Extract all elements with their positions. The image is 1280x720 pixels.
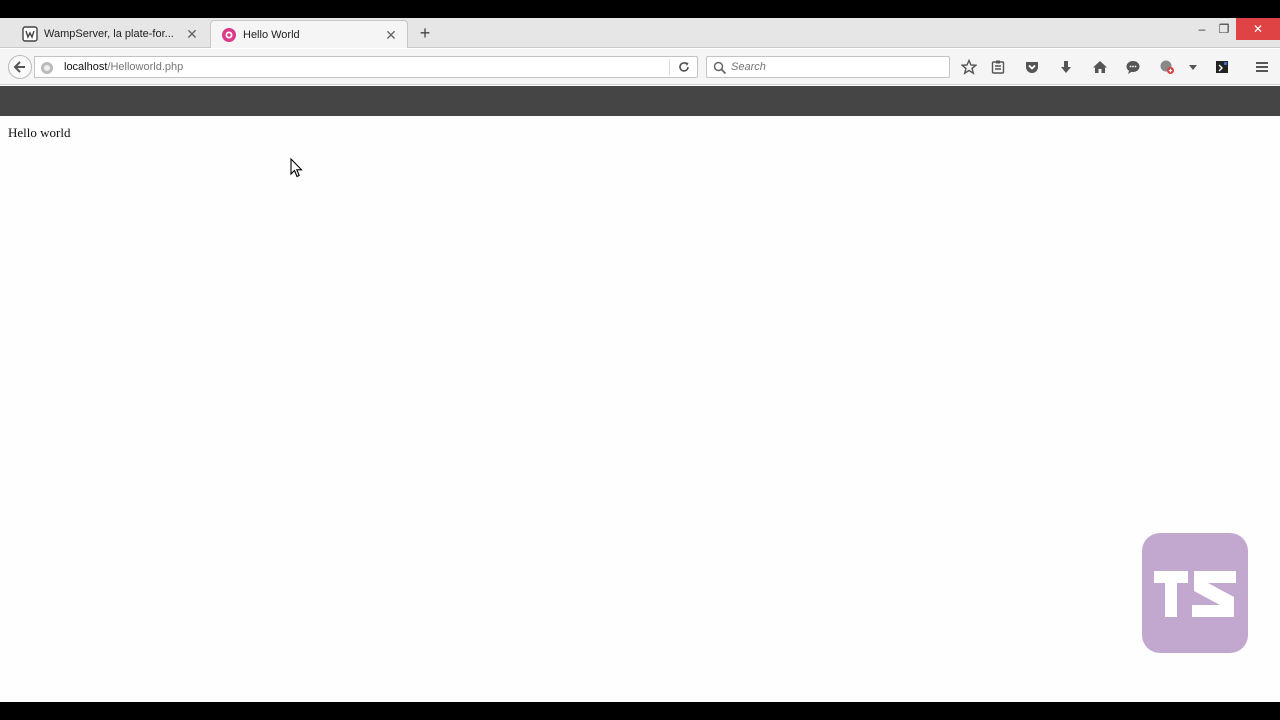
close-tab-icon[interactable]: ✕ [184,26,200,42]
maximize-button[interactable]: ❐ [1210,18,1238,40]
url-path: /Helloworld.php [107,61,184,73]
close-tab-icon[interactable]: ✕ [383,27,399,43]
url-separator [669,59,670,75]
ts-logo-icon [1154,571,1236,617]
dropdown-arrow-icon[interactable] [1184,58,1202,76]
addon-icon[interactable] [1158,58,1176,76]
tab-title: WampServer, la plate-for... [44,28,174,40]
tab-hello-world[interactable]: Hello World ✕ [210,20,408,48]
hello-text: Hello world [8,125,71,140]
ts-watermark-logo [1142,533,1248,653]
developer-icon[interactable] [1213,58,1231,76]
hamburger-menu-icon[interactable] [1253,58,1271,76]
bookmark-star-icon[interactable] [960,58,978,76]
tab-wampserver[interactable]: WampServer, la plate-for... ✕ [12,20,208,48]
reading-list-icon[interactable] [989,58,1007,76]
mouse-cursor-icon [290,158,303,178]
dark-header-band [0,86,1280,116]
browser-window: WampServer, la plate-for... ✕ Hello Worl… [0,18,1280,702]
back-button[interactable] [8,55,32,79]
url-bar[interactable]: localhost/Helloworld.php [34,56,698,78]
close-window-button[interactable]: ✕ [1236,18,1280,40]
back-arrow-icon [13,61,25,73]
search-bar[interactable] [706,56,950,78]
pink-flower-icon [222,27,236,42]
wampserver-icon [22,26,38,42]
search-input[interactable] [731,59,943,75]
pocket-icon[interactable] [1023,58,1041,76]
reload-icon[interactable] [677,60,691,74]
navigation-bar: localhost/Helloworld.php [0,49,1280,85]
tab-strip: WampServer, la plate-for... ✕ Hello Worl… [0,18,1280,48]
chat-icon[interactable] [1124,58,1142,76]
url-host: localhost [64,61,108,73]
tab-title: Hello World [243,28,300,41]
page-content: Hello world [0,116,1280,702]
download-icon[interactable] [1057,58,1075,76]
globe-icon [41,62,53,74]
home-icon[interactable] [1091,58,1109,76]
url-text[interactable]: localhost/Helloworld.php [64,61,183,73]
new-tab-button[interactable]: + [416,24,434,42]
search-icon [713,61,727,75]
